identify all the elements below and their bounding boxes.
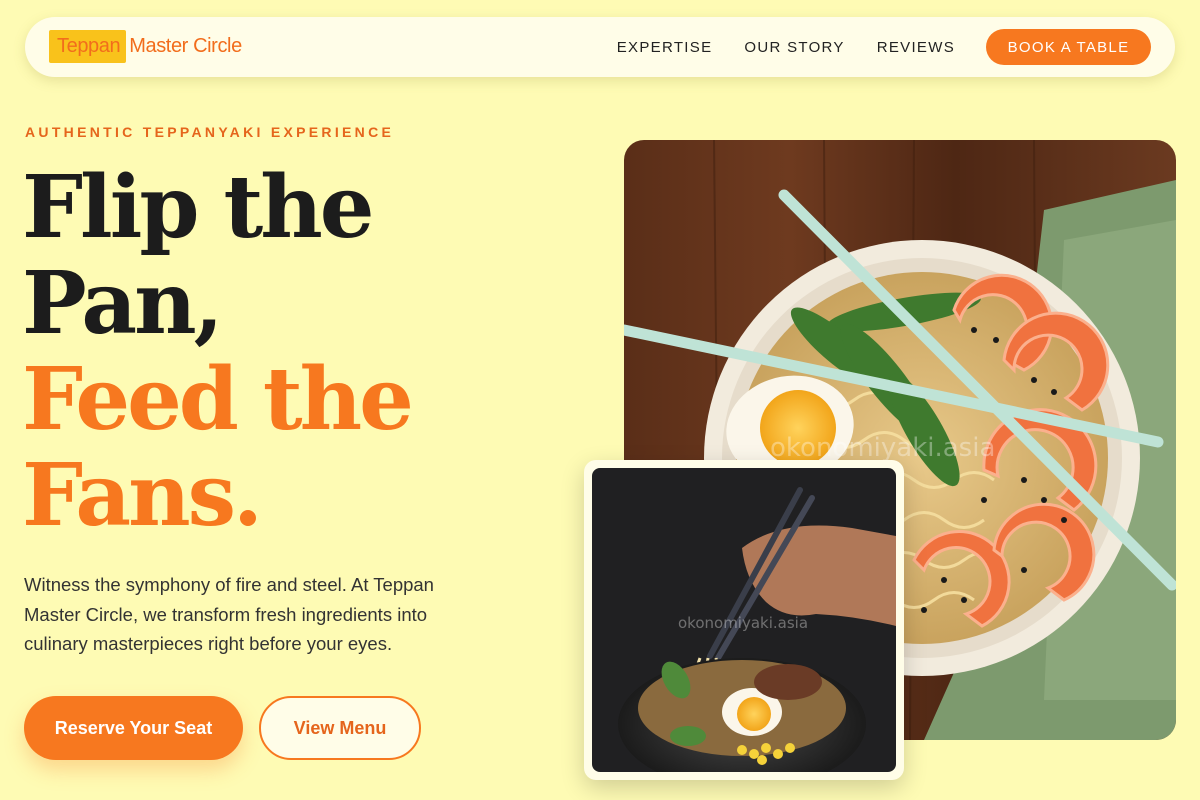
main-photo-watermark: okonomiyaki.asia: [770, 433, 995, 463]
top-navbar: Teppan Master Circle EXPERTISE OUR STORY…: [25, 17, 1175, 77]
headline-line-3: Feed the: [22, 349, 414, 450]
book-table-button[interactable]: BOOK A TABLE: [986, 29, 1151, 65]
headline-line-4: Fans.: [22, 445, 263, 546]
nav-link-reviews[interactable]: REVIEWS: [877, 39, 955, 56]
hero-headline: Flip the Pan, Feed the Fans.: [22, 157, 414, 546]
view-menu-button[interactable]: View Menu: [259, 696, 421, 760]
noodle-chopsticks-photo: okonomiyaki.asia: [592, 468, 896, 772]
brand-logo-text: Master Circle: [129, 35, 242, 57]
hero-description: Witness the symphony of fire and steel. …: [24, 574, 434, 654]
nav-link-our-story[interactable]: OUR STORY: [744, 39, 844, 56]
nav-links: EXPERTISE OUR STORY REVIEWS: [617, 17, 955, 77]
headline-line-2: Pan,: [22, 253, 224, 354]
nav-link-expertise[interactable]: EXPERTISE: [617, 39, 713, 56]
brand-logo-highlight: Teppan: [49, 30, 127, 63]
small-photo-watermark: okonomiyaki.asia: [678, 614, 808, 632]
hero-eyebrow: AUTHENTIC TEPPANYAKI EXPERIENCE: [25, 124, 395, 140]
reserve-seat-button[interactable]: Reserve Your Seat: [24, 696, 243, 760]
headline-line-1: Flip the: [22, 157, 374, 258]
noodle-photo-card: okonomiyaki.asia: [584, 460, 904, 780]
brand-logo[interactable]: Teppan Master Circle: [49, 30, 242, 63]
